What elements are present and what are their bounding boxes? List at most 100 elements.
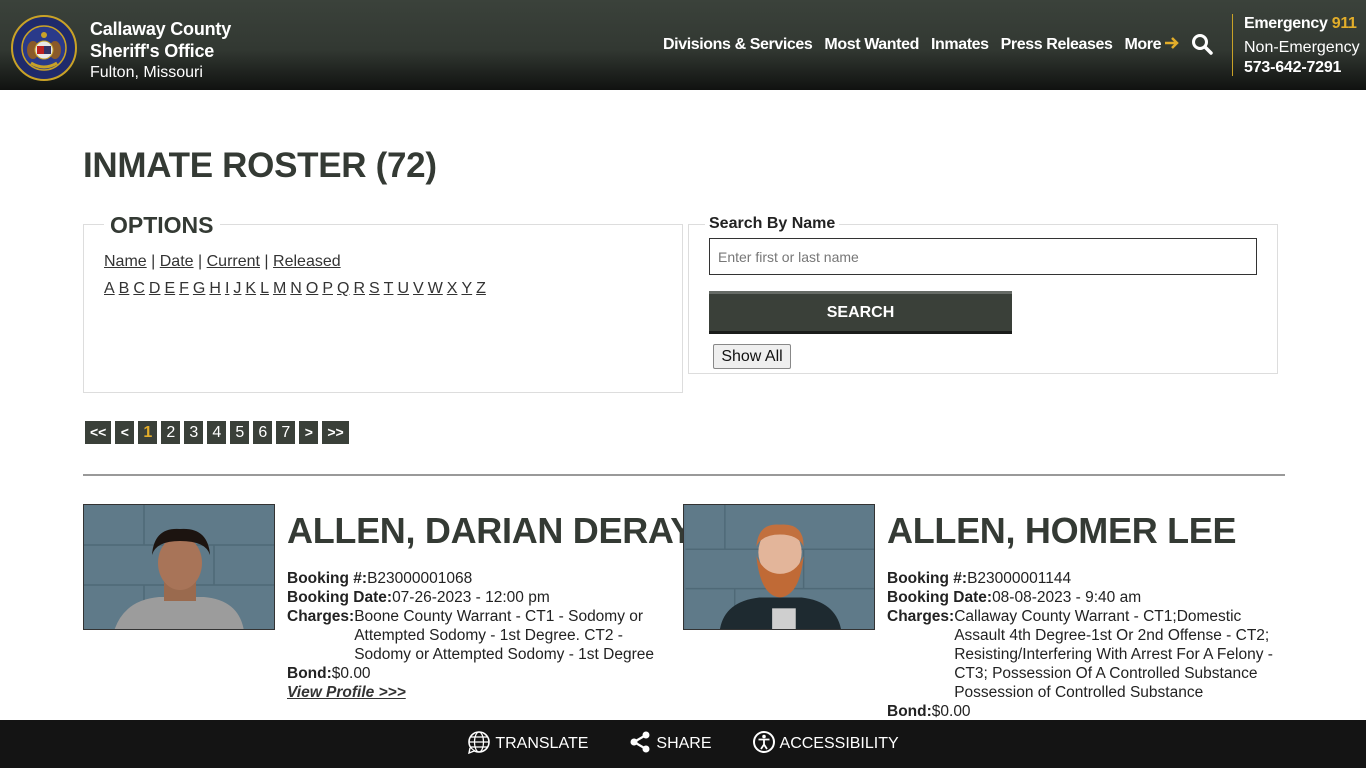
- name-search-input[interactable]: [709, 238, 1257, 275]
- contact-block: Emergency 911 Non-Emergency 573-642-7291: [1244, 14, 1360, 78]
- letter-filter-w[interactable]: W: [428, 280, 443, 297]
- charges-label: Charges:: [287, 608, 355, 625]
- page-first[interactable]: <<: [85, 421, 112, 444]
- letter-filter-k[interactable]: K: [245, 280, 256, 297]
- inmate-info: Booking #: B23000001144 Booking Date: 08-0…: [887, 569, 1277, 721]
- letter-filter-j[interactable]: J: [233, 280, 241, 297]
- booking-number-label: Booking #:: [287, 570, 368, 587]
- letter-filter-h[interactable]: H: [209, 280, 221, 297]
- nav-divisions-services[interactable]: Divisions & Services: [663, 36, 813, 54]
- booking-number: B23000001068: [367, 570, 473, 587]
- site-header: Callaway County Sheriff's Office Fulton,…: [0, 0, 1366, 90]
- emergency-label: Emergency: [1244, 15, 1328, 32]
- separator: |: [198, 253, 203, 270]
- share-button[interactable]: SHARE: [628, 730, 712, 759]
- letter-filter-l[interactable]: L: [260, 280, 269, 297]
- page-4[interactable]: 4: [207, 421, 227, 444]
- letter-filter-u[interactable]: U: [397, 280, 409, 297]
- main-nav: Divisions & Services Most Wanted Inmates…: [663, 34, 1192, 55]
- inmate-name: ALLEN, HOMER LEE: [887, 510, 1237, 551]
- nav-more[interactable]: More: [1125, 34, 1181, 55]
- page-7[interactable]: 7: [276, 421, 296, 444]
- inmate-photo[interactable]: [83, 504, 275, 630]
- letter-filter-z[interactable]: Z: [476, 280, 486, 297]
- search-legend: Search By Name: [705, 215, 840, 233]
- page-6[interactable]: 6: [253, 421, 273, 444]
- filter-released[interactable]: Released: [273, 253, 341, 270]
- letter-filter-x[interactable]: X: [447, 280, 458, 297]
- divider: [83, 474, 1285, 476]
- letter-filter-b[interactable]: B: [119, 280, 130, 297]
- brand-name-line2: Sheriff's Office: [90, 41, 215, 61]
- pagination: << < 1 2 3 4 5 6 7 > >>: [85, 421, 349, 444]
- translate-button[interactable]: TRANSLATE: [467, 730, 588, 759]
- nav-press-releases[interactable]: Press Releases: [1001, 36, 1113, 54]
- letter-filter-f[interactable]: F: [179, 280, 189, 297]
- letter-filter-r[interactable]: R: [353, 280, 365, 297]
- letter-filter-y[interactable]: Y: [461, 280, 472, 297]
- letter-filter-s[interactable]: S: [369, 280, 380, 297]
- page-5[interactable]: 5: [230, 421, 250, 444]
- share-label: SHARE: [656, 735, 712, 752]
- nav-inmates[interactable]: Inmates: [931, 36, 989, 54]
- nav-most-wanted[interactable]: Most Wanted: [824, 36, 919, 54]
- letter-filter-m[interactable]: M: [273, 280, 286, 297]
- booking-date-label: Booking Date:: [287, 589, 393, 606]
- nav-more-label: More: [1124, 35, 1162, 53]
- accessibility-button[interactable]: ACCESSIBILITY: [752, 730, 899, 759]
- page-title: INMATE ROSTER (72): [83, 146, 437, 185]
- bond-amount: $0.00: [331, 665, 371, 682]
- globe-chat-icon: [467, 730, 491, 759]
- inmate-info: Booking #: B23000001068 Booking Date: 07-2…: [287, 569, 677, 702]
- show-all-button[interactable]: Show All: [713, 344, 791, 369]
- emergency-line[interactable]: Emergency 911: [1244, 14, 1360, 34]
- accessibility-label: ACCESSIBILITY: [779, 735, 899, 752]
- page-prev[interactable]: <: [115, 421, 135, 444]
- nonemergency-phone[interactable]: 573-642-7291: [1244, 58, 1360, 78]
- letter-filter-i[interactable]: I: [225, 280, 229, 297]
- charges: Callaway County Warrant - CT1;Domestic A…: [954, 608, 1273, 701]
- page-last[interactable]: >>: [322, 421, 349, 444]
- alphabet-filter: ABCDEFGHIJKLMNOPQRSTUVWXYZ: [104, 280, 490, 298]
- sort-by-date[interactable]: Date: [160, 253, 194, 270]
- sort-by-name[interactable]: Name: [104, 253, 147, 270]
- booking-number: B23000001144: [967, 570, 1072, 587]
- letter-filter-t[interactable]: T: [384, 280, 394, 297]
- view-profile-link[interactable]: View Profile >>>: [287, 683, 406, 702]
- letter-filter-d[interactable]: D: [149, 280, 161, 297]
- letter-filter-c[interactable]: C: [133, 280, 145, 297]
- letter-filter-n[interactable]: N: [290, 280, 302, 297]
- filter-current[interactable]: Current: [207, 253, 260, 270]
- share-icon: [628, 730, 652, 759]
- separator: |: [151, 253, 156, 270]
- letter-filter-g[interactable]: G: [193, 280, 205, 297]
- search-button[interactable]: SEARCH: [709, 291, 1012, 334]
- brand-name-line1: Callaway County: [90, 19, 232, 39]
- search-icon[interactable]: [1190, 32, 1214, 56]
- letter-filter-a[interactable]: A: [104, 280, 115, 297]
- inmate-photo[interactable]: [683, 504, 875, 630]
- sheriff-seal-logo[interactable]: [11, 13, 77, 85]
- contact-divider: [1232, 14, 1233, 76]
- letter-filter-v[interactable]: V: [413, 280, 424, 297]
- charges-label: Charges:: [887, 608, 955, 625]
- letter-filter-q[interactable]: Q: [337, 280, 349, 297]
- options-panel: [83, 224, 683, 393]
- booking-date: 07-26-2023 - 12:00 pm: [392, 589, 550, 606]
- letter-filter-p[interactable]: P: [322, 280, 333, 297]
- booking-number-label: Booking #:: [887, 570, 968, 587]
- emergency-number: 911: [1331, 15, 1357, 32]
- page-3[interactable]: 3: [184, 421, 204, 444]
- charges: Boone County Warrant - CT1 - Sodomy or A…: [354, 608, 655, 663]
- page-1[interactable]: 1: [138, 421, 158, 444]
- options-legend: OPTIONS: [104, 212, 220, 239]
- page-next[interactable]: >: [299, 421, 319, 444]
- arrow-right-icon: [1164, 34, 1180, 55]
- booking-date-label: Booking Date:: [887, 589, 993, 606]
- sort-links: Name | Date | Current | Released: [104, 253, 341, 271]
- brand-block[interactable]: Callaway County Sheriff's Office Fulton,…: [90, 18, 231, 84]
- letter-filter-o[interactable]: O: [306, 280, 318, 297]
- letter-filter-e[interactable]: E: [164, 280, 175, 297]
- page-2[interactable]: 2: [161, 421, 181, 444]
- bond-label: Bond:: [887, 703, 932, 720]
